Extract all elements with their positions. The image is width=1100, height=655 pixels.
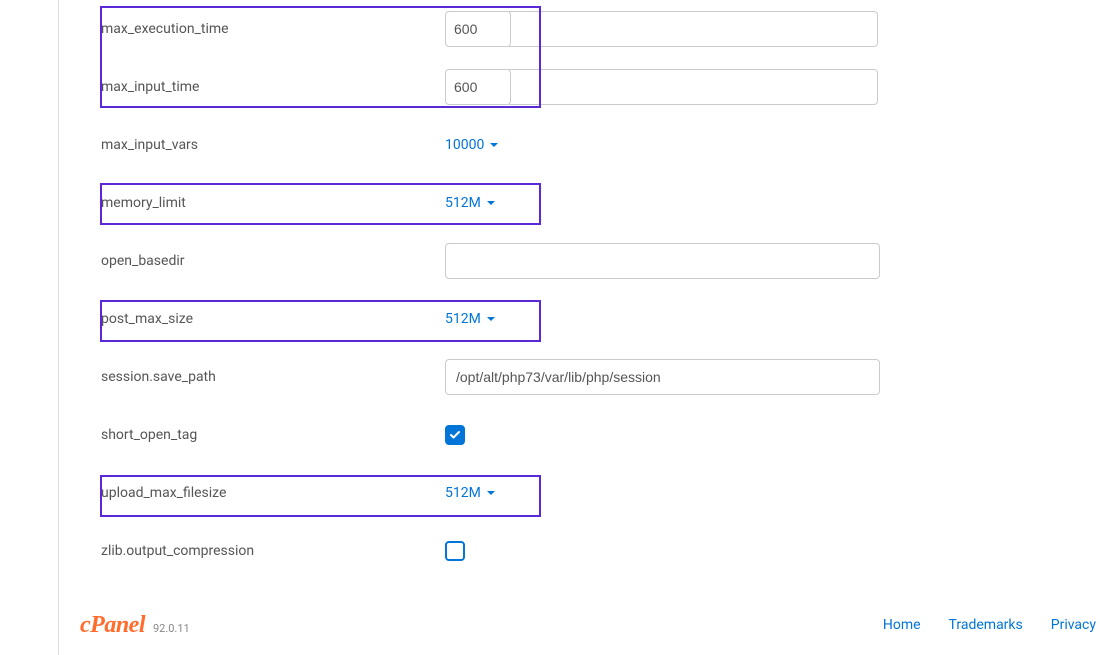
input-extension <box>509 11 878 47</box>
setting-label: max_input_vars <box>80 137 445 153</box>
footer-link-privacy[interactable]: Privacy <box>1051 617 1096 633</box>
setting-row-upload-max-filesize: upload_max_filesize 512M <box>80 464 1100 522</box>
setting-label: short_open_tag <box>80 427 445 443</box>
setting-row-short-open-tag: short_open_tag <box>80 406 1100 464</box>
dropdown-value: 512M <box>445 311 481 327</box>
settings-list: max_execution_time max_input_time max_in… <box>0 0 1100 580</box>
dropdown-value: 512M <box>445 195 481 211</box>
check-icon <box>449 429 461 441</box>
short-open-tag-checkbox[interactable] <box>445 425 465 445</box>
setting-row-memory-limit: memory_limit 512M <box>80 174 1100 232</box>
memory-limit-dropdown[interactable]: 512M <box>445 195 495 211</box>
post-max-size-dropdown[interactable]: 512M <box>445 311 495 327</box>
caret-down-icon <box>487 317 495 321</box>
footer-link-trademarks[interactable]: Trademarks <box>949 617 1023 633</box>
caret-down-icon <box>487 491 495 495</box>
setting-label: memory_limit <box>80 195 445 211</box>
setting-label: session.save_path <box>80 369 445 385</box>
setting-label: post_max_size <box>80 311 445 327</box>
upload-max-filesize-dropdown[interactable]: 512M <box>445 485 495 501</box>
footer: cPanel 92.0.11 Home Trademarks Privacy <box>80 595 1100 655</box>
setting-row-session-save-path: session.save_path <box>80 348 1100 406</box>
setting-label: max_input_time <box>80 79 445 95</box>
max-input-vars-dropdown[interactable]: 10000 <box>445 137 498 153</box>
caret-down-icon <box>487 201 495 205</box>
max-execution-time-input[interactable] <box>445 11 511 47</box>
footer-link-home[interactable]: Home <box>883 617 921 633</box>
footer-brand-area: cPanel 92.0.11 <box>80 612 190 639</box>
session-save-path-input[interactable] <box>445 359 880 395</box>
input-extension <box>509 69 878 105</box>
max-input-time-input[interactable] <box>445 69 511 105</box>
footer-links: Home Trademarks Privacy <box>883 617 1096 633</box>
left-divider <box>58 0 59 655</box>
setting-label: open_basedir <box>80 253 445 269</box>
dropdown-value: 512M <box>445 485 481 501</box>
zlib-output-compression-checkbox[interactable] <box>445 541 465 561</box>
cpanel-logo: cPanel <box>80 612 145 639</box>
setting-label: max_execution_time <box>80 21 445 37</box>
open-basedir-input[interactable] <box>445 243 880 279</box>
setting-row-max-execution-time: max_execution_time <box>80 0 1100 58</box>
caret-down-icon <box>490 143 498 147</box>
version-text: 92.0.11 <box>153 622 190 635</box>
setting-row-post-max-size: post_max_size 512M <box>80 290 1100 348</box>
setting-row-max-input-vars: max_input_vars 10000 <box>80 116 1100 174</box>
setting-row-zlib-output-compression: zlib.output_compression <box>80 522 1100 580</box>
setting-label: upload_max_filesize <box>80 485 445 501</box>
setting-label: zlib.output_compression <box>80 543 445 559</box>
dropdown-value: 10000 <box>445 137 484 153</box>
setting-row-max-input-time: max_input_time <box>80 58 1100 116</box>
setting-row-open-basedir: open_basedir <box>80 232 1100 290</box>
